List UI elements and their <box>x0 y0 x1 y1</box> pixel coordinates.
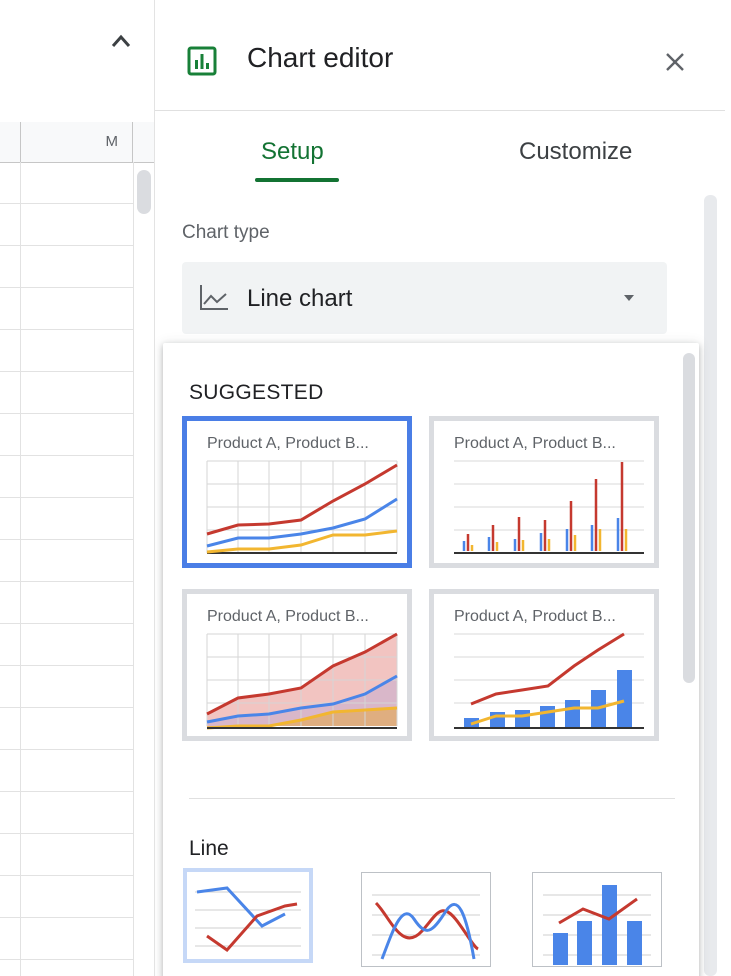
tab-customize[interactable]: Customize <box>519 138 632 166</box>
grid-row[interactable] <box>0 750 134 792</box>
grid-row[interactable] <box>0 414 134 456</box>
sheet-scrollbar[interactable] <box>137 170 151 214</box>
chart-type-select[interactable]: Line chart <box>182 262 667 334</box>
smooth-line-thumb-preview <box>372 894 480 960</box>
line-section-heading: Line <box>189 837 229 860</box>
grid-row[interactable] <box>0 162 134 204</box>
grid-row[interactable] <box>0 792 134 834</box>
grid-row[interactable] <box>0 372 134 414</box>
grid-row[interactable] <box>0 456 134 498</box>
chart-type-value: Line chart <box>247 285 353 312</box>
panel-scrollbar[interactable] <box>704 195 717 976</box>
active-tab-indicator <box>255 178 339 182</box>
formula-bar[interactable] <box>0 80 155 123</box>
insert-chart-icon <box>187 46 217 76</box>
line-option-smooth[interactable] <box>361 872 491 967</box>
line-option-line[interactable] <box>183 868 313 963</box>
grid-row[interactable] <box>0 330 134 372</box>
sheet-toolbar <box>0 0 155 81</box>
column-header-row: M <box>0 122 155 163</box>
column-header-m[interactable]: M <box>21 122 133 162</box>
spreadsheet-area: M <box>0 0 155 976</box>
grid-row[interactable] <box>0 834 134 876</box>
line-chart-icon <box>200 285 228 310</box>
dropdown-scrollbar[interactable] <box>683 353 695 683</box>
combo-thumb-preview <box>543 885 651 965</box>
chart-editor-title: Chart editor <box>247 42 394 73</box>
close-button[interactable] <box>660 47 690 77</box>
grid-row[interactable] <box>0 582 134 624</box>
dropdown-arrow-icon <box>624 295 634 301</box>
chevron-up-icon[interactable] <box>110 33 132 49</box>
grid-row[interactable] <box>0 204 134 246</box>
suggested-area-chart[interactable]: Product A, Product B... <box>182 589 412 741</box>
grid-row[interactable] <box>0 918 134 960</box>
column-chart-preview <box>454 460 644 554</box>
line-option-combo[interactable] <box>532 872 662 967</box>
grid-row[interactable] <box>0 666 134 708</box>
combo-chart-preview <box>454 632 644 729</box>
suggested-combo-chart[interactable]: Product A, Product B... <box>429 589 659 741</box>
grid-row[interactable] <box>0 540 134 582</box>
grid-row[interactable] <box>0 498 134 540</box>
suggested-column-chart[interactable]: Product A, Product B... <box>429 416 659 568</box>
grid-row[interactable] <box>0 708 134 750</box>
column-header-l[interactable] <box>0 122 21 162</box>
chart-type-dropdown: SUGGESTED Product A, Product B... Produc… <box>163 343 699 976</box>
grid-row[interactable] <box>0 624 134 666</box>
suggested-heading: SUGGESTED <box>189 381 324 404</box>
grid-row[interactable] <box>0 960 134 976</box>
area-chart-preview <box>206 632 398 730</box>
line-chart-preview <box>206 460 398 554</box>
tab-setup[interactable]: Setup <box>261 138 324 166</box>
grid-row[interactable] <box>0 246 134 288</box>
close-icon <box>666 53 684 71</box>
grid-row[interactable] <box>0 876 134 918</box>
chart-editor-header: Chart editor <box>155 0 725 111</box>
chart-editor-panel: Chart editor Setup Customize Chart type … <box>155 0 731 976</box>
cell-grid[interactable] <box>0 162 134 976</box>
chart-type-label: Chart type <box>182 222 270 243</box>
suggested-line-chart[interactable]: Product A, Product B... <box>182 416 412 568</box>
line-thumb-preview <box>195 886 301 952</box>
section-divider <box>189 798 675 799</box>
grid-row[interactable] <box>0 288 134 330</box>
